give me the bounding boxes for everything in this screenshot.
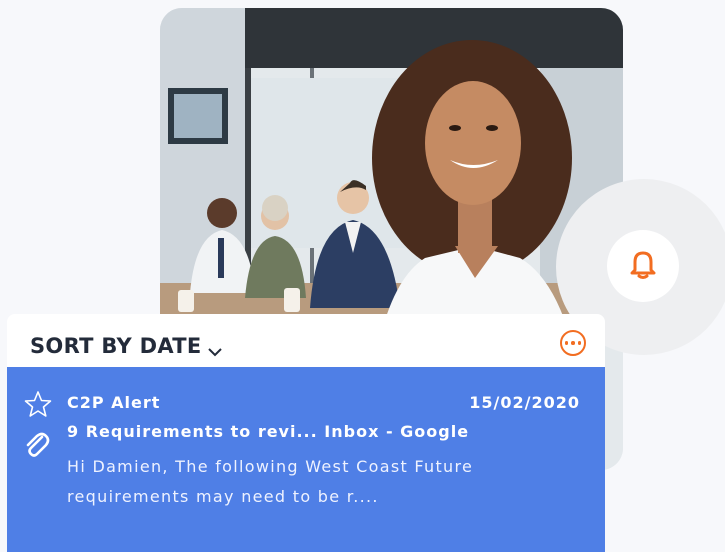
more-options-icon: [564, 341, 569, 345]
sort-by-date-label[interactable]: SORT BY DATE: [30, 334, 202, 358]
paperclip-icon: [23, 430, 51, 464]
message-list-item[interactable]: C2P Alert 15/02/2020 9 Requirements to r…: [7, 367, 605, 552]
sort-bar: SORT BY DATE: [7, 314, 605, 367]
bell-icon: [628, 248, 658, 284]
more-options-button[interactable]: [560, 330, 586, 356]
notification-scene: SORT BY DATE C2P Alert 15/02/2020 9 Requ…: [0, 0, 725, 552]
message-preview: Hi Damien, The following West Coast Futu…: [67, 457, 474, 506]
message-subject: 9 Requirements to revi... Inbox - Google: [67, 422, 470, 441]
notification-bell-button[interactable]: [607, 230, 679, 302]
message-date: 15/02/2020: [469, 393, 580, 412]
message-sender: C2P Alert: [67, 393, 161, 412]
chevron-down-icon[interactable]: [207, 342, 223, 361]
star-icon[interactable]: [24, 390, 52, 422]
